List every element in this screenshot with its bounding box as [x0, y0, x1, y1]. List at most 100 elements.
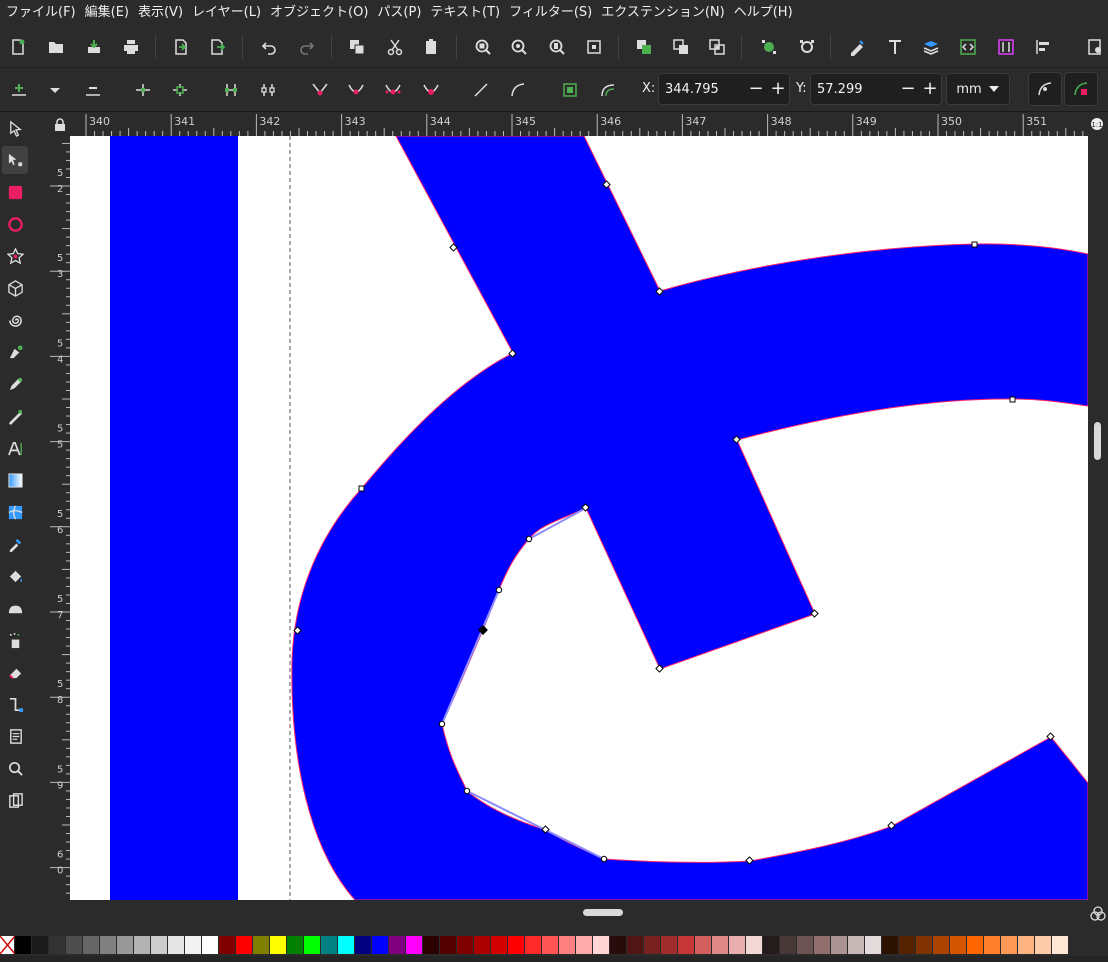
horizontal-ruler[interactable]: 340 341 342 343 344 345 346 347 348 349 350 351	[70, 114, 1088, 136]
star-tool-icon[interactable]	[2, 242, 28, 270]
palette-swatch[interactable]	[763, 936, 780, 954]
palette-swatch[interactable]	[491, 936, 508, 954]
palette-swatch[interactable]	[644, 936, 661, 954]
palette-swatch[interactable]	[865, 936, 882, 954]
insert-node-icon[interactable]	[6, 77, 32, 103]
palette-swatch[interactable]	[100, 936, 117, 954]
import-icon[interactable]	[168, 34, 194, 60]
palette-swatch[interactable]	[134, 936, 151, 954]
palette-swatch[interactable]	[185, 936, 202, 954]
vertical-scrollbar[interactable]	[1088, 136, 1108, 900]
menu-extensions[interactable]: エクステンション(N)	[599, 0, 731, 26]
save-icon[interactable]	[81, 34, 107, 60]
break-path-icon[interactable]	[167, 77, 193, 103]
join-endnodes-segment-icon[interactable]	[218, 77, 244, 103]
palette-swatch[interactable]	[933, 936, 950, 954]
3d-box-tool-icon[interactable]	[2, 274, 28, 302]
palette-swatch[interactable]	[780, 936, 797, 954]
palette-swatch[interactable]	[236, 936, 253, 954]
palette-swatch[interactable]	[270, 936, 287, 954]
segment-to-curve-icon[interactable]	[505, 77, 531, 103]
palette-swatch[interactable]	[338, 936, 355, 954]
glyph-path[interactable]	[291, 136, 1088, 900]
palette-swatch[interactable]	[440, 936, 457, 954]
palette-swatch[interactable]	[1052, 936, 1069, 954]
palette-swatch[interactable]	[984, 936, 1001, 954]
paint-bucket-tool-icon[interactable]	[2, 562, 28, 590]
horizontal-scrollbar[interactable]	[70, 900, 1088, 926]
smooth-node-icon[interactable]	[343, 77, 369, 103]
zoom-1-1-button[interactable]: 1:1	[1088, 114, 1108, 136]
show-clip-path-button[interactable]	[1064, 72, 1098, 106]
palette-swatch[interactable]	[848, 936, 865, 954]
stroke-to-path-ctx-icon[interactable]	[595, 77, 621, 103]
export-icon[interactable]	[204, 34, 230, 60]
x-value[interactable]: 344.795	[659, 82, 745, 97]
zoom-tool-icon[interactable]	[2, 754, 28, 782]
menu-layer[interactable]: レイヤー(L)	[190, 0, 268, 26]
text-tool-icon[interactable]	[2, 434, 28, 462]
palette-swatch[interactable]	[389, 936, 406, 954]
eraser-tool-icon[interactable]	[2, 658, 28, 686]
gradient-tool-icon[interactable]	[2, 466, 28, 494]
spiral-tool-icon[interactable]	[2, 306, 28, 334]
object-to-path-ctx-icon[interactable]	[557, 77, 583, 103]
menu-path[interactable]: パス(P)	[375, 0, 428, 26]
palette-swatch[interactable]	[168, 936, 185, 954]
text-font-icon[interactable]	[882, 34, 908, 60]
menu-edit[interactable]: 編集(E)	[83, 0, 136, 26]
align-distribute-icon[interactable]	[1030, 34, 1056, 60]
document-properties-icon[interactable]	[1082, 34, 1108, 60]
palette-swatch[interactable]	[117, 936, 134, 954]
print-icon[interactable]	[118, 34, 144, 60]
measure-tool-icon[interactable]	[2, 786, 28, 814]
palette-swatch[interactable]	[372, 936, 389, 954]
palette-swatch[interactable]	[66, 936, 83, 954]
palette-swatch[interactable]	[83, 936, 100, 954]
palette-swatch[interactable]	[1001, 936, 1018, 954]
insert-node-dropdown-icon[interactable]	[42, 77, 68, 103]
zoom-page-icon[interactable]	[544, 34, 570, 60]
duplicate-icon[interactable]	[344, 34, 370, 60]
join-nodes-icon[interactable]	[130, 77, 156, 103]
palette-swatch[interactable]	[695, 936, 712, 954]
zoom-selection-icon[interactable]	[470, 34, 496, 60]
mesh-tool-icon[interactable]	[2, 498, 28, 526]
unit-select[interactable]: mm	[946, 73, 1010, 105]
segment-to-line-icon[interactable]	[468, 77, 494, 103]
palette-swatch[interactable]	[610, 936, 627, 954]
menu-text[interactable]: テキスト(T)	[428, 0, 507, 26]
palette-swatch[interactable]	[49, 936, 66, 954]
x-increment-button[interactable]: +	[767, 74, 789, 104]
bezier-pen-tool-icon[interactable]	[2, 338, 28, 366]
palette-swatch[interactable]	[1035, 936, 1052, 954]
group-icon[interactable]	[631, 34, 657, 60]
palette-swatch[interactable]	[32, 936, 49, 954]
y-coordinate-field[interactable]: 57.299 − +	[810, 73, 942, 105]
lock-guides-icon[interactable]	[50, 114, 70, 136]
node-tool-icon[interactable]	[2, 146, 28, 174]
y-decrement-button[interactable]: −	[897, 74, 919, 104]
ungroup-icon[interactable]	[668, 34, 694, 60]
delete-segment-icon[interactable]	[255, 77, 281, 103]
palette-swatch[interactable]	[882, 936, 899, 954]
paste-icon[interactable]	[418, 34, 444, 60]
palette-swatch[interactable]	[202, 936, 219, 954]
connector-tool-icon[interactable]	[2, 690, 28, 718]
palette-swatch[interactable]	[1018, 936, 1035, 954]
vertical-bar-shape[interactable]	[110, 136, 238, 900]
objects-to-path-icon[interactable]	[756, 34, 782, 60]
auto-smooth-node-icon[interactable]	[418, 77, 444, 103]
palette-swatch[interactable]	[559, 936, 576, 954]
y-increment-button[interactable]: +	[919, 74, 941, 104]
palette-swatch[interactable]	[712, 936, 729, 954]
palette-swatch[interactable]	[304, 936, 321, 954]
palette-swatch[interactable]	[508, 936, 525, 954]
spray-tool-icon[interactable]	[2, 626, 28, 654]
dropper-tool-icon[interactable]	[2, 530, 28, 558]
menu-object[interactable]: オブジェクト(O)	[268, 0, 375, 26]
menu-view[interactable]: 表示(V)	[136, 0, 190, 26]
palette-swatch[interactable]	[814, 936, 831, 954]
x-decrement-button[interactable]: −	[745, 74, 767, 104]
palette-swatch[interactable]	[474, 936, 491, 954]
